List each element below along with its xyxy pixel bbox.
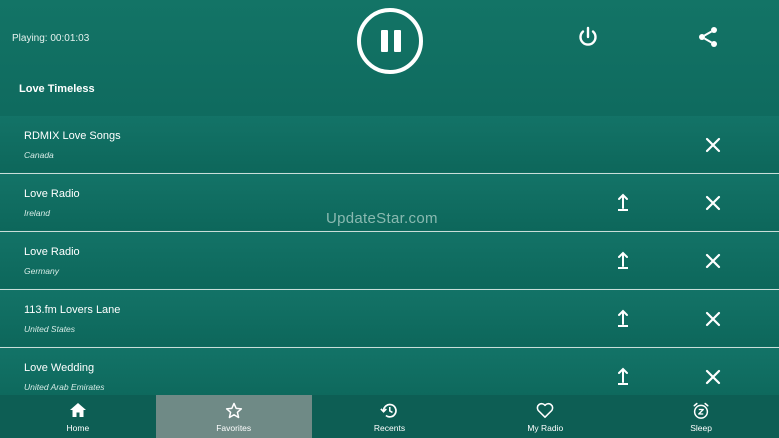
pause-icon-bar-left [381,30,388,52]
bottom-nav: Home Favorites Recents My Radio Sleep [0,395,779,438]
station-country: Canada [24,150,54,160]
remove-icon[interactable] [704,194,722,212]
list-item[interactable]: Love Radio Ireland [0,174,779,230]
nav-my-radio-label: My Radio [527,423,564,433]
pause-button[interactable] [357,8,423,74]
heart-icon [536,402,554,419]
favorites-list: RDMIX Love Songs Canada Love Radio Irela… [0,116,779,395]
remove-icon[interactable] [704,368,722,386]
station-name: RDMIX Love Songs [24,130,121,142]
top-bar: Playing: 00:01:03 Love Timeless [0,0,779,108]
move-up-icon[interactable] [616,308,630,328]
station-name: Love Radio [24,188,80,200]
nav-my-radio[interactable]: My Radio [467,395,623,438]
power-icon[interactable] [576,25,600,49]
nav-recents[interactable]: Recents [312,395,468,438]
station-name: 113.fm Lovers Lane [24,304,121,316]
nav-home-label: Home [66,423,90,433]
remove-icon[interactable] [704,136,722,154]
station-name: Love Wedding [24,362,95,374]
nav-sleep[interactable]: Sleep [623,395,779,438]
star-icon [225,402,242,419]
nav-sleep-label: Sleep [690,423,712,433]
remove-icon[interactable] [704,252,722,270]
share-icon[interactable] [696,25,720,49]
history-icon [380,403,398,418]
list-item[interactable]: Love Wedding United Arab Emirates [0,348,779,395]
station-country: United States [24,324,76,334]
home-icon [69,403,86,417]
current-station-title: Love Timeless [19,83,95,95]
sleep-timer-icon [693,402,709,419]
list-item[interactable]: Love Radio Germany [0,232,779,288]
nav-home[interactable]: Home [0,395,156,438]
playing-time: Playing: 00:01:03 [12,33,90,44]
list-item[interactable]: RDMIX Love Songs Canada [0,116,779,172]
station-name: Love Radio [24,246,80,258]
list-item[interactable]: 113.fm Lovers Lane United States [0,290,779,346]
nav-favorites[interactable]: Favorites [155,395,312,438]
move-up-icon[interactable] [616,250,630,270]
move-up-icon[interactable] [616,366,630,386]
remove-icon[interactable] [704,310,722,328]
station-country: Ireland [24,208,50,218]
pause-icon-bar-right [394,30,401,52]
station-country: Germany [24,266,59,276]
nav-favorites-label: Favorites [216,423,252,433]
nav-recents-label: Recents [373,423,406,433]
station-country: United Arab Emirates [24,382,105,392]
move-up-icon[interactable] [616,192,630,212]
